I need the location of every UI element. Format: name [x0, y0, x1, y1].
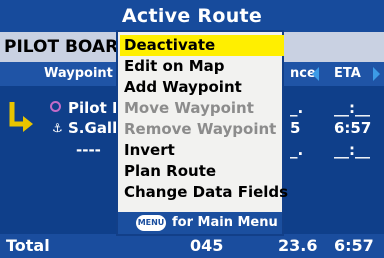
- menu-item-move-waypoint[interactable]: Move Waypoint: [120, 98, 284, 119]
- menu-item-remove-waypoint[interactable]: Remove Waypoint: [120, 119, 284, 140]
- menu-item-change-data-fields[interactable]: Change Data Fields: [120, 182, 288, 203]
- waypoint-name: ----: [76, 141, 101, 159]
- active-route-screen: Active Route PILOT BOARI Waypoint nce ET…: [0, 0, 384, 258]
- total-eta: 6:57: [334, 236, 374, 255]
- pilot-waypoint-icon: [50, 101, 61, 112]
- waypoint-eta: 6:57: [334, 119, 372, 137]
- menu-button-icon: MENU: [136, 215, 166, 231]
- menu-item-deactivate[interactable]: Deactivate: [120, 35, 284, 56]
- total-label: Total: [6, 236, 50, 255]
- total-distance: 23.6: [278, 236, 318, 255]
- column-header-waypoint: Waypoint: [44, 66, 113, 81]
- waypoint-distance: 5: [290, 119, 301, 137]
- anchor-waypoint-icon: ⚓: [52, 121, 63, 135]
- options-menu: Deactivate Edit on Map Add Waypoint Move…: [116, 30, 288, 236]
- menu-item-plan-route[interactable]: Plan Route: [120, 161, 284, 182]
- menu-footer: MENU for Main Menu: [118, 212, 282, 234]
- left-arrow-icon[interactable]: [312, 67, 319, 81]
- menu-item-add-waypoint[interactable]: Add Waypoint: [120, 77, 284, 98]
- column-header-eta: ETA: [334, 66, 361, 81]
- menu-item-invert[interactable]: Invert: [120, 140, 284, 161]
- waypoint-distance: _.: [290, 141, 304, 159]
- menu-item-edit-on-map[interactable]: Edit on Map: [120, 56, 284, 77]
- total-bar: Total 045 23.6 6:57: [0, 234, 384, 258]
- total-course: 045: [190, 236, 224, 255]
- route-name: PILOT BOARI: [4, 37, 125, 57]
- page-title: Active Route: [0, 0, 384, 32]
- waypoint-eta: __:__: [334, 141, 370, 159]
- menu-footer-hint: for Main Menu: [172, 215, 278, 230]
- right-arrow-icon[interactable]: [373, 67, 380, 81]
